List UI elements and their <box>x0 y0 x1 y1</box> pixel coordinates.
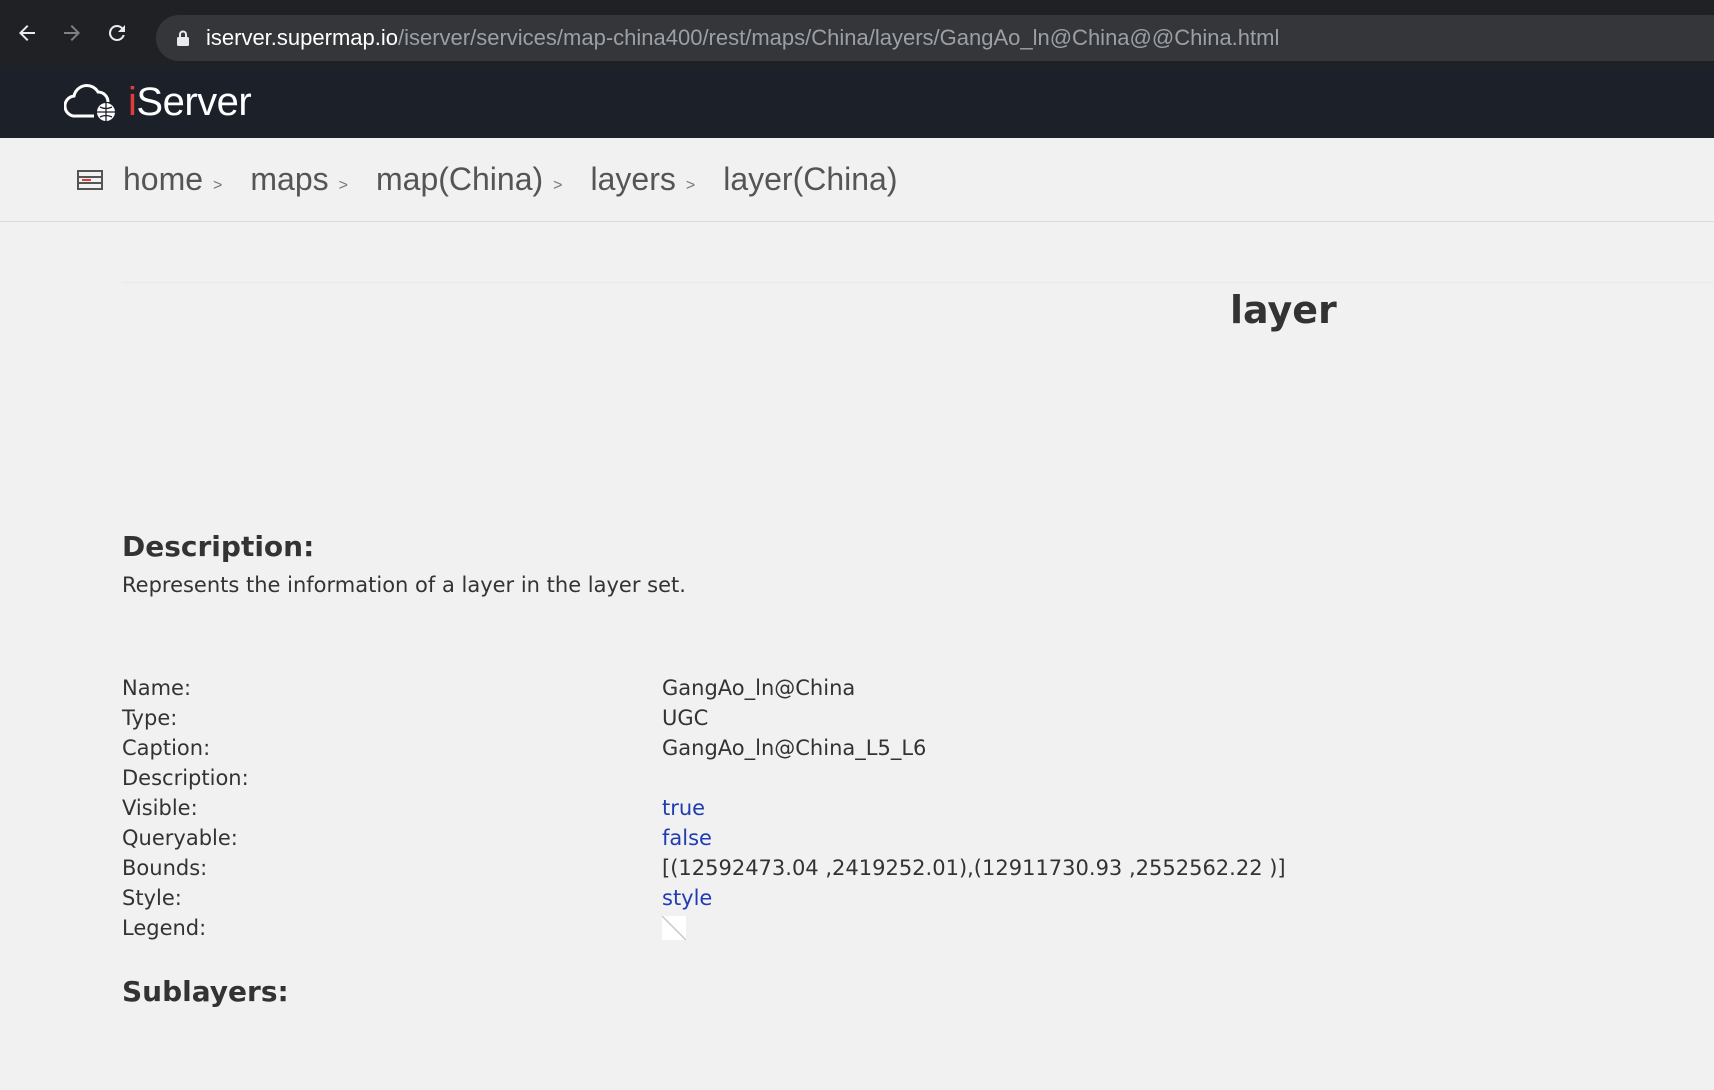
property-value: GangAo_ln@China <box>662 676 856 700</box>
property-row-description: Description: <box>122 763 1622 793</box>
iserver-logo[interactable]: iServer <box>64 79 252 125</box>
property-row-style: Style: style <box>122 883 1622 913</box>
property-label: Name: <box>122 676 192 700</box>
property-label: Type: <box>122 706 178 730</box>
browser-toolbar: iserver.supermap.io/iserver/services/map… <box>0 0 1714 66</box>
legend-image <box>662 916 686 940</box>
back-button[interactable] <box>9 15 45 51</box>
property-row-caption: Caption: GangAo_ln@China_L5_L6 <box>122 733 1622 763</box>
property-row-visible: Visible: true <box>122 793 1622 823</box>
forward-button[interactable] <box>54 15 90 51</box>
breadcrumb-label: layer(China) <box>723 161 898 197</box>
property-row-bounds: Bounds: [(12592473.04 ,2419252.01),(1291… <box>122 853 1622 883</box>
breadcrumb: home > maps > map(China) > layers > layer(Ch… <box>0 138 1714 222</box>
logo-text: iServer <box>128 79 252 125</box>
property-row-legend: Legend: <box>122 913 1622 943</box>
description-heading: Description: <box>122 530 315 563</box>
property-label: Visible: <box>122 796 198 820</box>
breadcrumb-item-home[interactable]: home > <box>123 161 250 198</box>
legend-line-icon <box>662 916 686 940</box>
property-label: Description: <box>122 766 249 790</box>
breadcrumb-item-maps[interactable]: maps > <box>250 161 376 198</box>
main-content: Description: Represents the information … <box>122 530 1622 1008</box>
property-label: Legend: <box>122 916 207 940</box>
app-header: iServer <box>0 66 1714 138</box>
style-link[interactable]: style <box>662 886 712 910</box>
breadcrumb-separator: > <box>213 177 223 194</box>
properties-list: Name: GangAo_ln@China Type: UGC Caption:… <box>122 673 1622 943</box>
breadcrumb-item-layers[interactable]: layers > <box>591 161 724 198</box>
property-row-queryable: Queryable: false <box>122 823 1622 853</box>
property-row-type: Type: UGC <box>122 703 1622 733</box>
url-path: /iserver/services/map-china400/rest/maps… <box>397 25 1280 50</box>
property-label: Style: <box>122 886 182 910</box>
url-text: iserver.supermap.io/iserver/services/map… <box>206 25 1279 51</box>
address-bar[interactable]: iserver.supermap.io/iserver/services/map… <box>156 15 1714 61</box>
breadcrumb-label: map(China) <box>375 161 544 197</box>
page-title: layer <box>1230 288 1337 332</box>
content-divider <box>122 282 1714 283</box>
breadcrumb-label: home <box>123 161 204 197</box>
arrow-left-icon <box>19 25 35 41</box>
sublayers-heading: Sublayers: <box>122 975 289 1008</box>
lock-icon <box>177 30 189 46</box>
property-value: UGC <box>662 706 709 730</box>
property-value: [(12592473.04 ,2419252.01),(12911730.93 … <box>662 856 1286 880</box>
breadcrumb-item-map-china[interactable]: map(China) > <box>376 161 591 198</box>
visible-link[interactable]: true <box>662 796 705 820</box>
breadcrumb-label: maps <box>250 161 329 197</box>
breadcrumb-label: layers <box>590 161 676 197</box>
reload-button[interactable] <box>99 15 135 51</box>
property-label: Caption: <box>122 736 211 760</box>
list-icon <box>77 169 103 190</box>
property-value: GangAo_ln@China_L5_L6 <box>662 736 927 760</box>
reload-icon <box>108 24 125 41</box>
arrow-right-icon <box>64 25 80 41</box>
queryable-link[interactable]: false <box>662 826 712 850</box>
property-label: Queryable: <box>122 826 238 850</box>
description-text: Represents the information of a layer in… <box>122 573 686 597</box>
property-row-name: Name: GangAo_ln@China <box>122 673 1622 703</box>
logo-text-rest: Server <box>136 79 252 124</box>
breadcrumb-separator: > <box>685 177 696 194</box>
breadcrumb-item-layer-china[interactable]: layer(China) <box>723 161 897 198</box>
cloud-globe-icon <box>64 84 115 121</box>
breadcrumb-separator: > <box>338 177 348 194</box>
url-host: iserver.supermap.io <box>206 25 398 50</box>
property-label: Bounds: <box>122 856 208 880</box>
breadcrumb-separator: > <box>553 177 563 194</box>
